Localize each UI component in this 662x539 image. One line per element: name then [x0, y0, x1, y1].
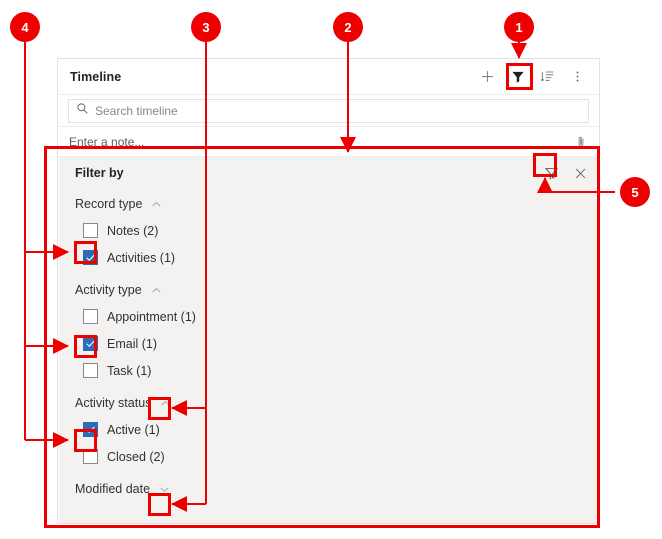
filter-group-header[interactable]: Activity status	[75, 390, 600, 416]
filter-option-label: Activities (1)	[107, 250, 176, 265]
filter-option-label: Active (1)	[107, 422, 160, 437]
filter-checkbox[interactable]	[83, 336, 98, 351]
filter-checkbox[interactable]	[83, 363, 98, 378]
filter-groups-list: Record type Notes (2) Activities (1) Activi…	[59, 189, 600, 502]
chevron-up-icon[interactable]	[149, 197, 164, 212]
search-placeholder: Search timeline	[95, 103, 178, 118]
callout-badge-5: 5	[620, 177, 650, 207]
close-icon[interactable]	[571, 164, 590, 183]
more-commands-icon[interactable]	[568, 67, 587, 86]
filter-option-label: Email (1)	[107, 336, 158, 351]
timeline-header: Timeline	[58, 59, 599, 95]
filter-group-label: Record type	[75, 197, 143, 211]
callout-badge-3: 3	[191, 12, 221, 42]
timeline-card: Timeline Search timeline Enter a note...…	[57, 58, 600, 524]
filter-option[interactable]: Email (1)	[75, 330, 600, 357]
filter-option-label: Notes (2)	[107, 223, 159, 238]
filter-option[interactable]: Activities (1)	[75, 244, 600, 271]
filter-group-label: Modified date	[75, 482, 151, 496]
filter-checkbox[interactable]	[83, 422, 98, 437]
sort-icon[interactable]	[538, 67, 557, 86]
filter-group-header[interactable]: Record type	[75, 191, 600, 217]
filter-option[interactable]: Closed (2)	[75, 443, 600, 470]
search-input[interactable]: Search timeline	[68, 98, 589, 123]
note-input-row[interactable]: Enter a note...	[58, 127, 599, 157]
filter-icon[interactable]	[508, 67, 527, 86]
filter-option[interactable]: Active (1)	[75, 416, 600, 443]
callout-badge-1: 1	[504, 12, 534, 42]
search-row: Search timeline	[58, 95, 599, 127]
filter-option[interactable]: Task (1)	[75, 357, 600, 384]
filter-panel-header-actions	[542, 164, 590, 183]
filter-group-header[interactable]: Modified date	[75, 476, 600, 502]
filter-option-label: Task (1)	[107, 363, 152, 378]
filter-checkbox[interactable]	[83, 449, 98, 464]
filter-option[interactable]: Notes (2)	[75, 217, 600, 244]
filter-group-label: Activity type	[75, 283, 142, 297]
callout-badge-4: 4	[10, 12, 40, 42]
filter-option-label: Closed (2)	[107, 449, 165, 464]
filter-group-header[interactable]: Activity type	[75, 277, 600, 303]
add-icon[interactable]	[478, 67, 497, 86]
filter-option-label: Appointment (1)	[107, 309, 196, 324]
filter-panel: Filter by Record type Notes (2) Activities…	[59, 157, 600, 523]
clear-filter-icon[interactable]	[542, 164, 561, 183]
paperclip-icon[interactable]	[574, 135, 588, 149]
page-title: Timeline	[70, 69, 122, 84]
chevron-down-icon[interactable]	[157, 482, 172, 497]
filter-checkbox[interactable]	[83, 250, 98, 265]
timeline-toolbar	[478, 67, 587, 86]
filter-panel-title: Filter by	[75, 166, 124, 180]
chevron-up-icon[interactable]	[149, 283, 164, 298]
callout-badge-2: 2	[333, 12, 363, 42]
filter-checkbox[interactable]	[83, 223, 98, 238]
filter-panel-header: Filter by	[59, 157, 600, 189]
filter-option[interactable]: Appointment (1)	[75, 303, 600, 330]
chevron-up-icon[interactable]	[158, 396, 173, 411]
filter-group-label: Activity status	[75, 396, 152, 410]
note-placeholder: Enter a note...	[69, 134, 145, 149]
search-icon	[76, 102, 89, 120]
filter-checkbox[interactable]	[83, 309, 98, 324]
